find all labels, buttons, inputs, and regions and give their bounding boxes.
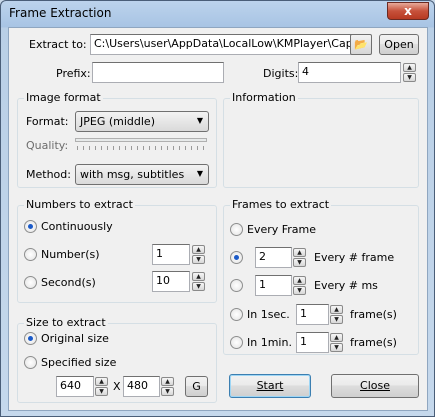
digits-stepper[interactable]: ▲ ▼ <box>402 62 417 83</box>
close-window-button[interactable]: x <box>387 2 429 20</box>
specified-size-label: Specified size <box>41 356 117 369</box>
seconds-field[interactable]: 10 <box>152 271 190 292</box>
close-button[interactable]: Close <box>331 374 419 398</box>
every-n-frame-field[interactable]: 2 <box>255 247 292 268</box>
continuously-label: Continuously <box>41 220 113 233</box>
information-group: Information <box>223 91 419 188</box>
continuously-radio[interactable] <box>24 220 37 233</box>
every-n-ms-stepper[interactable]: ▲ ▼ <box>292 275 307 296</box>
dialog-body: Extract to: C:\Users\user\AppData\LocalL… <box>8 27 428 411</box>
digits-field[interactable]: 4 <box>298 62 401 83</box>
in-1sec-field[interactable]: 1 <box>296 304 329 325</box>
every-n-ms-field[interactable]: 1 <box>255 275 292 296</box>
prefix-field[interactable] <box>92 62 224 83</box>
seconds-radio[interactable] <box>24 276 37 289</box>
chevron-down-icon: ▼ <box>196 116 203 125</box>
seconds-stepper[interactable]: ▲ ▼ <box>191 271 206 292</box>
numbers-stepper[interactable]: ▲ ▼ <box>191 244 206 265</box>
frames-to-extract-title: Frames to extract <box>230 198 332 211</box>
seconds-label: Second(s) <box>41 276 96 289</box>
specified-size-radio[interactable] <box>24 356 37 369</box>
original-size-radio[interactable] <box>24 332 37 345</box>
frame-extraction-window: Frame Extraction x Extract to: C:\Users\… <box>0 0 435 417</box>
every-frame-label: Every Frame <box>247 223 317 236</box>
every-n-frame-stepper[interactable]: ▲ ▼ <box>292 247 307 268</box>
window-title: Frame Extraction <box>9 6 112 20</box>
numbers-field[interactable]: 1 <box>152 244 190 265</box>
quality-slider[interactable] <box>75 138 207 142</box>
width-stepper[interactable]: ▲ ▼ <box>94 376 109 397</box>
every-n-ms-radio[interactable] <box>230 279 243 292</box>
every-frame-radio[interactable] <box>230 223 243 236</box>
every-n-ms-label: Every # ms <box>314 279 378 292</box>
in-1sec-radio[interactable] <box>230 308 243 321</box>
numbers-to-extract-title: Numbers to extract <box>24 198 135 211</box>
method-selected-value: with msg, subtitles <box>80 168 185 181</box>
in-1min-stepper[interactable]: ▲ ▼ <box>329 332 344 353</box>
format-label: Format: <box>26 115 69 128</box>
g-button[interactable]: G <box>185 376 208 397</box>
chevron-down-icon: ▼ <box>196 169 203 178</box>
in-1min-radio[interactable] <box>230 336 243 349</box>
format-select[interactable]: JPEG (middle) ▼ <box>75 111 209 132</box>
every-n-frame-label: Every # frame <box>314 251 395 264</box>
image-format-title: Image format <box>24 91 103 104</box>
open-button-label: Open <box>384 38 414 51</box>
height-field[interactable]: 480 <box>123 376 160 397</box>
in-1min-label: In 1min. <box>247 336 292 349</box>
numbers-label: Number(s) <box>41 248 100 261</box>
format-selected-value: JPEG (middle) <box>80 115 155 128</box>
method-label: Method: <box>26 168 71 181</box>
folder-icon: 📂 <box>354 38 368 51</box>
quality-slider-ticks <box>77 146 205 150</box>
height-stepper[interactable]: ▲ ▼ <box>160 376 175 397</box>
in-1sec-stepper[interactable]: ▲ ▼ <box>329 304 344 325</box>
method-select[interactable]: with msg, subtitles ▼ <box>75 164 209 185</box>
original-size-label: Original size <box>41 332 109 345</box>
width-field[interactable]: 640 <box>56 376 94 397</box>
title-bar[interactable]: Frame Extraction x <box>1 1 434 26</box>
close-button-label: Close <box>360 379 390 392</box>
in-1sec-unit: frame(s) <box>350 308 397 321</box>
numbers-radio[interactable] <box>24 248 37 261</box>
dimension-separator: X <box>113 380 121 393</box>
information-title: Information <box>230 91 298 104</box>
start-button[interactable]: Start <box>229 374 311 398</box>
prefix-label: Prefix: <box>56 67 91 80</box>
browse-folder-button[interactable]: 📂 <box>350 34 372 55</box>
digits-label: Digits: <box>263 67 299 80</box>
in-1sec-label: In 1sec. <box>247 308 290 321</box>
every-n-frame-radio[interactable] <box>230 251 243 264</box>
in-1min-unit: frame(s) <box>350 336 397 349</box>
g-button-label: G <box>192 380 201 393</box>
start-button-label: Start <box>256 379 284 392</box>
open-button[interactable]: Open <box>379 34 419 55</box>
extract-path-field[interactable]: C:\Users\user\AppData\LocalLow\KMPlayer\… <box>90 34 352 55</box>
size-to-extract-title: Size to extract <box>24 316 108 329</box>
quality-label: Quality: <box>26 139 69 152</box>
extract-to-label: Extract to: <box>29 38 87 51</box>
in-1min-field[interactable]: 1 <box>296 332 329 353</box>
